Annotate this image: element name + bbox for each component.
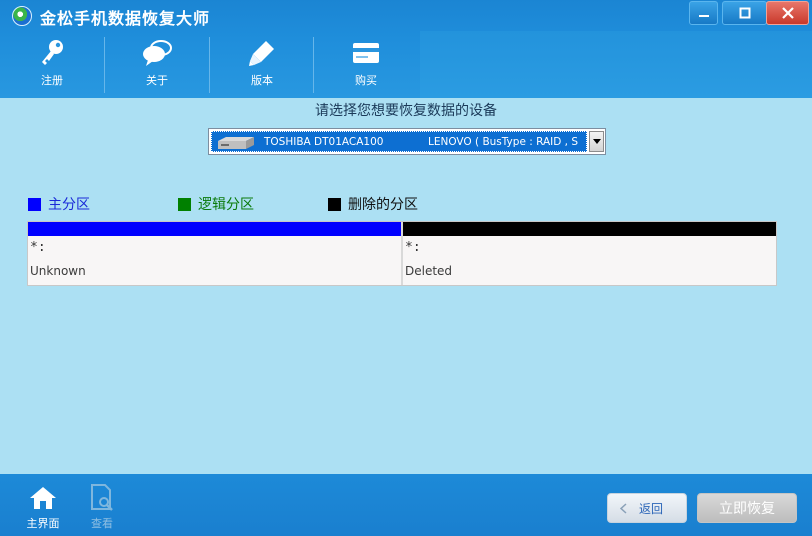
device-select[interactable]: TOSHIBA DT01ACA100 LENOVO ( BusType : RA… [208,128,606,155]
close-icon [781,7,794,19]
maximize-button[interactable] [722,1,767,25]
bottom-bar: 主界面 查看 返回 立即恢复 [0,474,812,536]
toolbar-version-label: 版本 [251,74,273,87]
partition-name: Deleted [405,264,453,278]
legend-deleted-label: 删除的分区 [348,197,418,213]
partition-map: *: Unknown *: Deleted [27,221,777,286]
toolbar-background [420,31,812,98]
nav-home[interactable]: 主界面 [18,474,68,536]
toolbar-register-button[interactable]: 注册 [0,31,104,98]
recover-now-label: 立即恢复 [719,501,775,517]
device-info: LENOVO ( BusType : RAID , S [428,136,579,148]
device-prompt: 请选择您想要恢复数据的设备 [315,103,497,119]
close-button[interactable] [766,1,809,25]
selected-device[interactable]: TOSHIBA DT01ACA100 LENOVO ( BusType : RA… [211,131,587,152]
legend-deleted: 删除的分区 [328,194,418,214]
hard-drive-icon [218,137,254,149]
legend-logical: 逻辑分区 [178,194,254,214]
back-label: 返回 [638,501,663,516]
partition-deleted[interactable]: *: Deleted [403,222,776,285]
card-icon [349,36,383,70]
toolbar: 注册 关于 版本 购买 [0,31,420,98]
toolbar-about-button[interactable]: 关于 [105,31,209,98]
logical-swatch [178,197,191,211]
partition-drive: *: [30,240,46,255]
partition-bar [403,222,776,236]
toolbar-about-label: 关于 [146,74,168,87]
document-search-icon [87,483,117,513]
chevron-down-icon [592,139,601,144]
legend-primary: 主分区 [28,194,90,214]
title-bar: 金松手机数据恢复大师 [0,0,812,31]
deleted-swatch [328,197,341,211]
dropdown-toggle[interactable] [589,131,604,152]
toolbar-version-button[interactable]: 版本 [210,31,314,98]
primary-swatch [28,197,41,211]
chat-bubbles-icon [140,36,174,70]
partition-unknown[interactable]: *: Unknown [28,222,401,285]
legend-logical-label: 逻辑分区 [198,197,254,213]
minimize-button[interactable] [689,1,718,25]
back-button[interactable]: 返回 [607,493,687,523]
chevron-left-icon [620,503,627,514]
app-logo-icon [12,6,32,26]
pen-icon [245,36,279,70]
partition-name: Unknown [30,264,86,278]
partition-drive: *: [405,240,421,255]
key-icon [35,36,69,70]
app-title: 金松手机数据恢复大师 [40,9,211,28]
nav-home-label: 主界面 [26,517,60,530]
home-icon [28,483,58,513]
toolbar-register-label: 注册 [41,74,63,87]
device-name: TOSHIBA DT01ACA100 [264,136,384,148]
nav-view[interactable]: 查看 [77,474,127,536]
toolbar-buy-button[interactable]: 购买 [314,31,418,98]
partition-bar [28,222,401,236]
legend-primary-label: 主分区 [48,197,90,213]
maximize-icon [739,7,750,19]
minimize-icon [698,15,709,17]
nav-view-label: 查看 [91,517,113,530]
toolbar-buy-label: 购买 [355,74,377,87]
recover-now-button[interactable]: 立即恢复 [697,493,797,523]
